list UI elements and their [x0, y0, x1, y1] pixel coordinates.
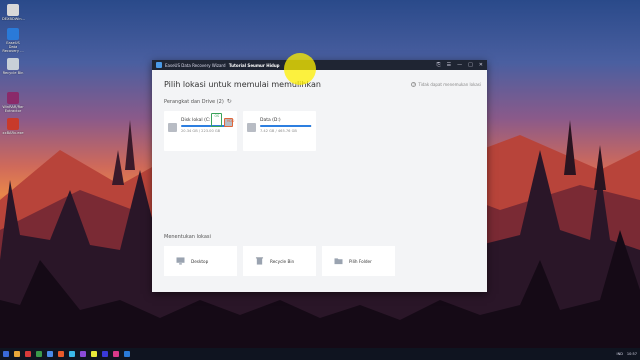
locations-section-label: Menentukan lokasi: [164, 234, 211, 240]
window-titlebar[interactable]: EaseUS Data Recovery Wizard Tutorial Seu…: [152, 60, 487, 70]
menu-icon[interactable]: ☰: [447, 60, 451, 70]
drive-card-d[interactable]: Data (D:) 7.42 GB / 465.76 GB: [243, 111, 316, 151]
app-icon: [7, 118, 19, 130]
drive-list: OS HDD Disk lokal (C:) 20.34 GB / 223.00…: [164, 111, 475, 151]
drive-usage-bar: [260, 125, 312, 128]
taskbar-app-icon[interactable]: [14, 351, 20, 357]
easeus-window: EaseUS Data Recovery Wizard Tutorial Seu…: [152, 60, 487, 292]
maximize-button[interactable]: □: [468, 60, 473, 70]
desktop-shortcut[interactable]: DEXBDWin...: [2, 4, 25, 21]
recycle-bin-icon: [7, 58, 19, 70]
system-tray: IND 10:57: [617, 352, 637, 356]
recycle-bin-icon: [255, 257, 264, 265]
location-desktop[interactable]: Desktop: [164, 246, 237, 276]
taskbar-app-icon[interactable]: [91, 351, 97, 357]
hard-drive-icon: [168, 123, 177, 132]
location-recycle-bin[interactable]: Recycle Bin: [243, 246, 316, 276]
location-label: Desktop: [191, 258, 209, 264]
taskbar-app-icon[interactable]: [58, 351, 64, 357]
taskbar-app-icon[interactable]: [36, 351, 42, 357]
taskbar-app-icon[interactable]: [47, 351, 53, 357]
close-button[interactable]: ✕: [479, 60, 483, 70]
hard-drive-icon: [247, 123, 256, 132]
question-icon: ?: [411, 82, 417, 87]
easeus-logo-icon: [156, 62, 162, 68]
drive-size: 7.42 GB / 465.76 GB: [260, 129, 297, 134]
taskbar-app-icon[interactable]: [25, 351, 31, 357]
drive-usage-fill: [260, 125, 311, 128]
hdd-badge: HDD: [224, 118, 234, 127]
language-indicator[interactable]: IND: [617, 352, 623, 356]
drive-card-c[interactable]: OS HDD Disk lokal (C:) 20.34 GB / 223.00…: [164, 111, 237, 151]
drive-badges: OS HDD: [211, 113, 234, 127]
desktop-icon: [176, 257, 185, 265]
export-icon[interactable]: ⎘: [437, 60, 441, 70]
os-badge: OS: [211, 113, 222, 127]
taskbar: IND 10:57: [0, 348, 640, 360]
desktop-shortcut[interactable]: xxBARx.exe: [2, 118, 24, 135]
taskbar-app-icon[interactable]: [124, 351, 130, 357]
winrar-icon: [7, 92, 19, 104]
refresh-icon[interactable]: ↻: [227, 98, 232, 105]
shortcut-label: EaseUS Data Recovery ...: [2, 41, 24, 53]
title-watermark: Tutorial Seumur Hidup: [228, 62, 280, 68]
taskbar-app-icon[interactable]: [102, 351, 108, 357]
cursor-highlight: [284, 53, 316, 85]
easeus-icon: [7, 28, 19, 40]
help-link[interactable]: ? Tidak dapat menemukan lokasi: [411, 82, 481, 87]
file-icon: [7, 4, 19, 16]
locations-section: Menentukan lokasi Desktop Recycle Bin Pi…: [164, 234, 395, 276]
location-label: Pilih Folder: [349, 258, 372, 264]
location-label: Recycle Bin: [270, 258, 295, 264]
location-list: Desktop Recycle Bin Pilih Folder: [164, 246, 395, 276]
shortcut-label: DEXBDWin...: [2, 17, 25, 21]
drives-section-header: Perangkat dan Drive (2) ↻: [164, 98, 475, 105]
drive-name: Data (D:): [260, 118, 281, 123]
drives-section-label: Perangkat dan Drive (2): [164, 98, 224, 105]
taskbar-app-icon[interactable]: [69, 351, 75, 357]
window-title: EaseUS Data Recovery Wizard Tutorial Seu…: [165, 63, 280, 68]
shortcut-label: xxBARx.exe: [2, 131, 24, 135]
start-button[interactable]: [3, 351, 9, 357]
main-content: Pilih lokasi untuk memulai memulihkan ? …: [152, 70, 487, 292]
taskbar-app-icon[interactable]: [113, 351, 119, 357]
shortcut-label: WinRAR/Rar Extractor: [2, 105, 24, 113]
help-link-label: Tidak dapat menemukan lokasi: [418, 82, 481, 87]
drive-info: Data (D:) 7.42 GB / 465.76 GB: [260, 118, 312, 151]
shortcut-label: Recycle Bin: [2, 71, 24, 75]
folder-icon: [334, 258, 343, 265]
desktop-shortcut[interactable]: EaseUS Data Recovery ...: [2, 28, 24, 53]
window-controls: ⎘ ☰ — □ ✕: [437, 60, 483, 70]
minimize-button[interactable]: —: [457, 60, 462, 70]
drive-size: 20.34 GB / 223.00 GB: [181, 129, 221, 134]
taskbar-app-icon[interactable]: [80, 351, 86, 357]
clock[interactable]: 10:57: [627, 352, 637, 356]
location-select-folder[interactable]: Pilih Folder: [322, 246, 395, 276]
app-name: EaseUS Data Recovery Wizard: [165, 62, 226, 68]
desktop-shortcut[interactable]: WinRAR/Rar Extractor: [2, 92, 24, 113]
desktop-shortcut[interactable]: Recycle Bin: [2, 58, 24, 75]
